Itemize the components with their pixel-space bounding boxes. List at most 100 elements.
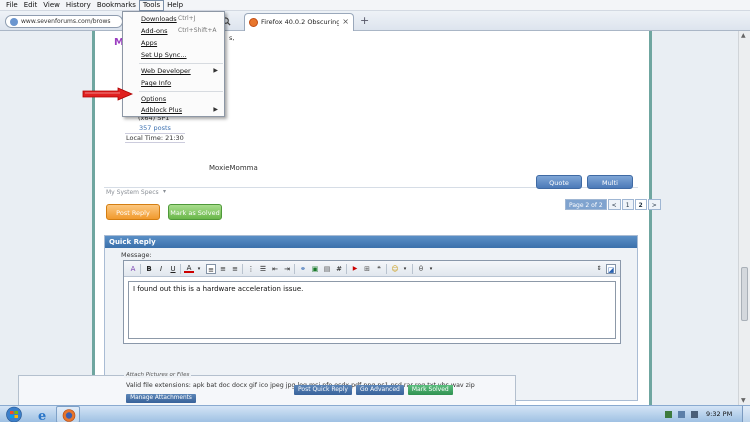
pager-page-2: 2	[634, 199, 647, 210]
menu-file[interactable]: File	[3, 0, 21, 11]
link-icon[interactable]: ⚭	[298, 264, 308, 274]
url-text: www.sevenforums.com/brows	[21, 18, 111, 25]
menu-view[interactable]: View	[40, 0, 63, 11]
pager-prev[interactable]: <	[607, 199, 621, 210]
scroll-down-icon[interactable]: ▼	[741, 397, 746, 404]
globe-icon	[10, 18, 18, 26]
tools-dropdown-menu: Downloads Ctrl+J Add-ons Ctrl+Shift+A Ap…	[122, 11, 225, 117]
internet-explorer-icon[interactable]: e	[32, 407, 52, 422]
post-signature: MoxieMomma	[209, 164, 258, 172]
scroll-up-icon[interactable]: ▲	[741, 32, 746, 39]
message-label: Message:	[121, 251, 152, 259]
scroll-thumb[interactable]	[741, 267, 748, 321]
nav-bar: www.sevenforums.com/brows	[0, 11, 750, 31]
menu-bookmarks[interactable]: Bookmarks	[94, 0, 139, 11]
chevron-down-icon[interactable]: ▾	[163, 188, 166, 195]
menu-edit[interactable]: Edit	[21, 0, 41, 11]
menu-item-addons[interactable]: Add-ons	[141, 27, 168, 35]
system-tray	[665, 411, 698, 418]
red-arrow-annotation	[82, 87, 134, 101]
windows-start-icon[interactable]	[2, 406, 26, 422]
attachment-icon[interactable]: ▤	[322, 264, 332, 274]
shortcut-downloads: Ctrl+J	[178, 15, 196, 22]
quick-reply-title: Quick Reply	[105, 236, 637, 248]
more-icon[interactable]: θ	[416, 264, 426, 274]
attach-legend: Attach Pictures or Files	[124, 372, 192, 378]
menu-help[interactable]: Help	[164, 0, 186, 11]
firefox-icon	[62, 409, 76, 422]
page-background-right	[652, 31, 738, 405]
chevron-down-icon[interactable]: ▾	[400, 264, 410, 274]
url-bar[interactable]: www.sevenforums.com/brows	[5, 15, 123, 28]
post-partial-text: s,	[229, 34, 235, 42]
menu-tools[interactable]: Tools	[138, 0, 165, 11]
svg-text:e: e	[38, 409, 46, 422]
go-advanced-button[interactable]: Go Advanced	[355, 385, 404, 395]
firefox-favicon-icon	[249, 18, 258, 27]
unordered-list-icon[interactable]: ☰	[258, 264, 268, 274]
user-local-time: Local Time: 21:30	[125, 133, 185, 143]
page-background-left	[0, 31, 92, 405]
hash-tag-icon[interactable]: #	[334, 264, 344, 274]
underline-icon[interactable]: U	[168, 264, 178, 274]
mark-solved-button[interactable]: Mark Solved	[407, 385, 453, 395]
image-icon[interactable]: ▣	[310, 264, 320, 274]
code-icon[interactable]: ⊞	[362, 264, 372, 274]
show-desktop-button[interactable]	[742, 406, 750, 422]
menu-item-setup-sync[interactable]: Set Up Sync...	[141, 51, 187, 59]
taskbar: e 9:32 PM	[0, 405, 750, 422]
pager-page-1[interactable]: 1	[621, 199, 634, 210]
message-textarea[interactable]: I found out this is a hardware accelerat…	[128, 281, 616, 339]
resize-icon[interactable]: ⇕	[594, 264, 604, 274]
menu-item-apps[interactable]: Apps	[141, 39, 157, 47]
menu-item-web-developer[interactable]: Web Developer	[141, 67, 191, 75]
manage-attachments-button[interactable]: Manage Attachments	[126, 394, 196, 403]
chevron-down-icon[interactable]: ▾	[194, 264, 204, 274]
menu-item-options[interactable]: Options	[141, 95, 166, 103]
italic-icon[interactable]: I	[156, 264, 166, 274]
youtube-icon[interactable]: ▶	[350, 264, 360, 274]
system-specs-link[interactable]: My System Specs	[106, 189, 159, 196]
chevron-down-icon[interactable]: ▾	[426, 264, 436, 274]
editor-toolbar: A B I U A ▾ ≡ ≡ ≡ ⋮ ☰ ⇤ ⇥ ⚭ ▣ ▤ # ▶ ⊞ ❝ …	[124, 261, 620, 277]
menu-item-adblock-plus[interactable]: Adblock Plus	[141, 106, 182, 114]
quote-button[interactable]: Quote	[536, 175, 582, 189]
menu-history[interactable]: History	[63, 0, 94, 11]
align-left-icon[interactable]: ≡	[206, 264, 216, 274]
network-icon[interactable]	[678, 411, 685, 418]
bold-icon[interactable]: B	[144, 264, 154, 274]
submenu-arrow-icon: ▶	[213, 67, 218, 74]
flag-icon[interactable]	[665, 411, 672, 418]
quote-icon[interactable]: ❝	[374, 264, 384, 274]
shortcut-addons: Ctrl+Shift+A	[178, 27, 217, 34]
font-color-icon[interactable]: A	[184, 264, 194, 273]
user-posts-link[interactable]: 357 posts	[139, 124, 171, 132]
tab-active[interactable]: Firefox 40.0.2 Obscuring A... ×	[244, 13, 354, 31]
close-icon[interactable]: ×	[342, 17, 349, 26]
align-right-icon[interactable]: ≡	[230, 264, 240, 274]
menu-item-page-info[interactable]: Page Info	[141, 79, 171, 87]
tab-title: Firefox 40.0.2 Obscuring A...	[261, 18, 339, 26]
pager-label: Page 2 of 2	[565, 199, 607, 210]
indent-icon[interactable]: ⇥	[282, 264, 292, 274]
pager-next[interactable]: >	[647, 199, 661, 210]
align-center-icon[interactable]: ≡	[218, 264, 228, 274]
menu-bar: File Edit View History Bookmarks Tools H…	[0, 0, 750, 11]
ordered-list-icon[interactable]: ⋮	[246, 264, 256, 274]
outdent-icon[interactable]: ⇤	[270, 264, 280, 274]
volume-icon[interactable]	[691, 411, 698, 418]
multi-quote-button[interactable]: Multi	[587, 175, 633, 189]
mark-as-solved-button[interactable]: Mark as Solved	[168, 204, 222, 220]
switch-editor-icon[interactable]: ◪	[606, 264, 616, 274]
smiley-icon[interactable]: ☺	[390, 264, 400, 274]
menu-item-downloads[interactable]: Downloads	[141, 15, 177, 23]
post-reply-button[interactable]: Post Reply	[106, 204, 160, 220]
submenu-arrow-icon: ▶	[213, 106, 218, 113]
pager: Page 2 of 2 < 1 2 >	[564, 199, 661, 210]
new-tab-icon[interactable]: +	[360, 14, 369, 27]
page-scrollbar[interactable]: ▲ ▼	[738, 31, 750, 405]
post-quick-reply-button[interactable]: Post Quick Reply	[294, 385, 352, 395]
taskbar-clock[interactable]: 9:32 PM	[706, 410, 732, 418]
remove-format-icon[interactable]: A	[128, 264, 138, 274]
firefox-taskbar-button[interactable]	[56, 406, 80, 422]
